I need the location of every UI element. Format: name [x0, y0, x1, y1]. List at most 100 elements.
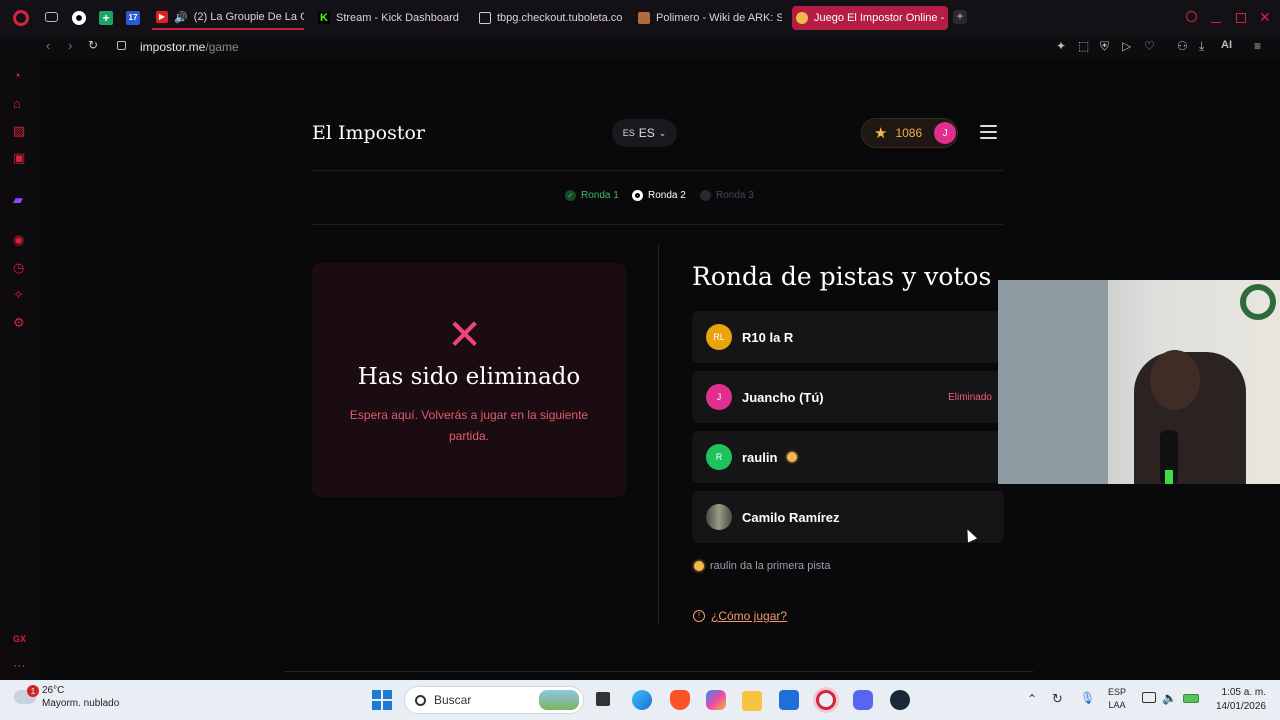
- sheets-icon[interactable]: +: [99, 11, 113, 25]
- tab-label: Stream - Kick Dashboard: [336, 12, 459, 24]
- snapshot-icon[interactable]: ⬚: [1078, 39, 1089, 53]
- new-tab-button[interactable]: +: [953, 10, 967, 24]
- tab-impostor[interactable]: Juego El Impostor Online -: [792, 6, 948, 30]
- pinned-tab-badge[interactable]: 17: [126, 11, 140, 25]
- player-name: Camilo Ramírez: [742, 509, 840, 525]
- tab-label: Polimero - Wiki de ARK: S: [656, 12, 782, 24]
- browser-tab-bar: + 17 ▶ 🔊 (2) La Groupie De La G K Stream…: [0, 0, 1280, 36]
- weather-text: Mayorm. nublado: [42, 698, 120, 709]
- tab-youtube[interactable]: ▶ 🔊 (2) La Groupie De La G: [152, 6, 304, 30]
- player-icon[interactable]: ◉: [13, 232, 24, 248]
- player-row[interactable]: R raulin: [692, 431, 1004, 483]
- task-view-icon[interactable]: [596, 692, 610, 706]
- speaker-icon[interactable]: 🔊: [174, 11, 188, 24]
- forward-icon[interactable]: ›: [68, 38, 72, 53]
- ai-button[interactable]: AI: [1221, 39, 1232, 51]
- sync-icon[interactable]: ↻: [1052, 691, 1063, 707]
- date: 14/01/2026: [1215, 701, 1266, 712]
- opera-logo-icon[interactable]: [13, 10, 29, 26]
- extensions-icon[interactable]: ✧: [13, 287, 24, 303]
- settings-icon[interactable]: ⚙: [13, 315, 25, 331]
- steam-icon[interactable]: [890, 690, 910, 710]
- impostor-favicon-icon: [796, 12, 808, 24]
- brand-title[interactable]: El Impostor: [312, 122, 425, 144]
- network-icon[interactable]: [1142, 692, 1156, 703]
- copilot-icon[interactable]: [706, 690, 726, 710]
- player-name: R10 la R: [742, 329, 794, 345]
- rounds-divider: [312, 224, 1004, 225]
- keyboard-language[interactable]: ESP LAA: [1108, 686, 1126, 712]
- player-row[interactable]: J Juancho (Tú) Eliminado: [692, 371, 1004, 423]
- discord-icon[interactable]: [853, 690, 873, 710]
- taskbar-search[interactable]: Buscar: [404, 686, 584, 714]
- tab-ark-wiki[interactable]: Polimero - Wiki de ARK: S: [634, 6, 782, 30]
- shop-icon[interactable]: ⌂: [13, 96, 21, 111]
- history-icon[interactable]: ◷: [13, 260, 24, 276]
- player-avatar: RL: [706, 324, 732, 350]
- how-to-play-link[interactable]: ! ¿Cómo jugar?: [693, 609, 787, 623]
- avatar[interactable]: J: [934, 122, 957, 144]
- shield-icon[interactable]: ⛨: [1100, 39, 1109, 54]
- windows-start-icon[interactable]: [372, 690, 392, 710]
- player-row[interactable]: RL R10 la R: [692, 311, 1004, 363]
- profile-icon[interactable]: ⚇: [1177, 39, 1188, 53]
- round-step-1: ✓ Ronda 1: [565, 190, 619, 201]
- microphone-icon[interactable]: 🎙: [1080, 691, 1095, 705]
- brave-icon[interactable]: [670, 690, 690, 710]
- volume-icon[interactable]: 🔈: [1162, 691, 1177, 705]
- round-label: Ronda 1: [581, 190, 619, 201]
- microphone: [1160, 430, 1178, 484]
- lock-icon[interactable]: [117, 41, 126, 50]
- heart-icon[interactable]: ♡: [1144, 39, 1155, 53]
- more-icon[interactable]: ⋯: [13, 658, 26, 674]
- kick-icon: K: [318, 12, 330, 24]
- round-label: Ronda 2: [648, 190, 686, 201]
- back-icon[interactable]: ‹: [46, 38, 50, 53]
- pin-icon[interactable]: ✦: [1056, 39, 1066, 53]
- taskbar-clock[interactable]: 1:05 a. m. 14/01/2026: [1216, 686, 1266, 714]
- pending-round-icon: [700, 190, 711, 201]
- hamburger-menu-icon[interactable]: [980, 125, 997, 139]
- webcam-overlay: [998, 280, 1280, 484]
- sun-icon: [694, 561, 704, 571]
- opera-gx-icon[interactable]: [816, 690, 836, 710]
- search-highlight-image: [539, 690, 579, 710]
- speed-dial-icon[interactable]: ◔: [13, 68, 21, 83]
- reload-icon[interactable]: ↻: [88, 38, 98, 52]
- lang-label: ES: [638, 126, 655, 140]
- record-icon[interactable]: [72, 11, 86, 25]
- language-selector[interactable]: ES ES ⌄: [612, 119, 677, 147]
- close-icon[interactable]: ✕: [1259, 9, 1271, 26]
- x-mark-icon: ✕: [447, 311, 483, 358]
- points-badge[interactable]: ★ 1086 J: [861, 118, 958, 148]
- easy-setup-icon[interactable]: ≡: [1254, 39, 1261, 53]
- temperature: 26°C: [42, 685, 65, 696]
- star-icon: ★: [874, 125, 888, 142]
- minimize-icon[interactable]: [1211, 22, 1221, 23]
- battery-icon[interactable]: [1183, 694, 1199, 703]
- url-field[interactable]: impostor.me/game: [140, 40, 239, 54]
- search-tabs-icon[interactable]: [1186, 11, 1197, 22]
- player-avatar: J: [706, 384, 732, 410]
- outlook-icon[interactable]: [779, 690, 799, 710]
- twitch-icon[interactable]: ▰: [13, 192, 23, 208]
- maximize-icon[interactable]: [1236, 13, 1246, 23]
- gamepad-icon[interactable]: [45, 12, 58, 22]
- player-avatar-image: [706, 504, 732, 530]
- file-explorer-icon[interactable]: [742, 691, 762, 711]
- player-avatar: R: [706, 444, 732, 470]
- browser-sidebar: ◔ ⌂ ▨ ▣ ▰ ◉ ◷ ✧ ⚙ GX ⋯: [0, 58, 40, 680]
- eliminated-title: Has sido eliminado: [357, 364, 581, 390]
- messenger-icon[interactable]: ▣: [13, 150, 25, 166]
- header-divider: [312, 170, 1004, 171]
- news-icon[interactable]: ▨: [13, 123, 25, 139]
- tab-tuboleta[interactable]: tbpg.checkout.tuboleta.co: [475, 6, 623, 30]
- player-row[interactable]: Camilo Ramírez: [692, 491, 1004, 543]
- round-step-2: Ronda 2: [632, 190, 686, 201]
- tab-kick[interactable]: K Stream - Kick Dashboard: [314, 6, 464, 30]
- download-icon[interactable]: ⤓: [1199, 39, 1204, 54]
- edge-icon[interactable]: [632, 690, 652, 710]
- gx-label[interactable]: GX: [13, 634, 26, 644]
- play-icon[interactable]: ▷: [1122, 39, 1131, 53]
- chevron-up-icon[interactable]: ⌃: [1027, 692, 1037, 706]
